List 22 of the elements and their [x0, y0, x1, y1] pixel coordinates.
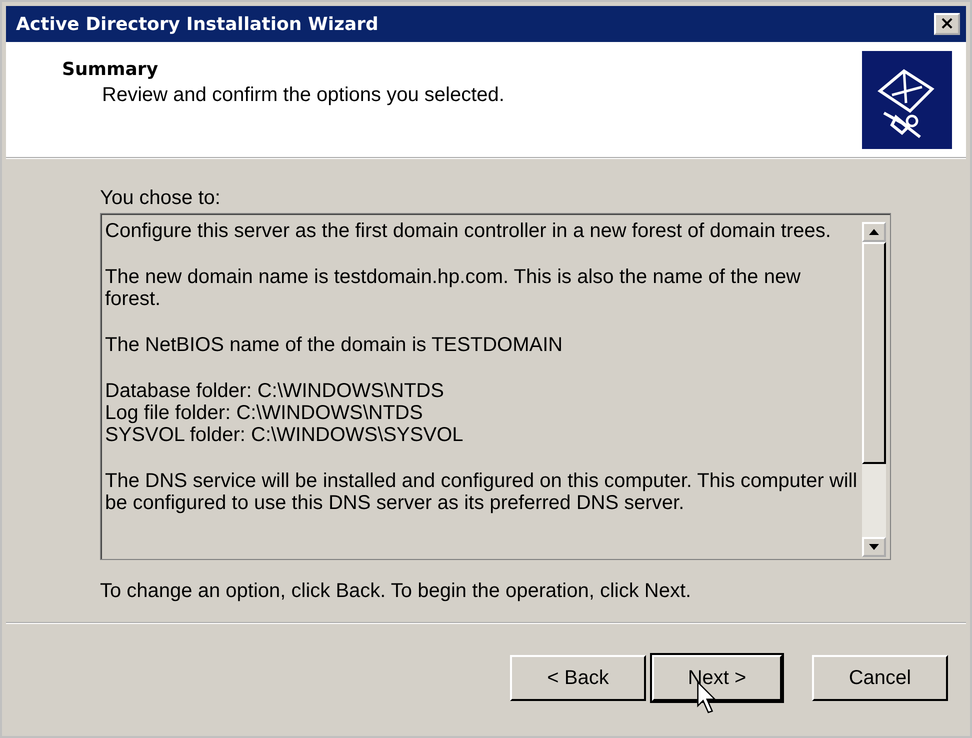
summary-text: The DNS service will be installed and configured on this computer. This computer will be configured to use this DNS server as its preferred DNS server.	[105, 470, 858, 514]
page-title: Summary	[62, 58, 160, 80]
dialog-button[interactable]: Cancel	[812, 655, 948, 701]
page-subtitle: Review and confirm the options you selected.	[101, 84, 504, 106]
close-button[interactable]: ×	[934, 13, 960, 35]
summary-text-box[interactable]	[100, 213, 891, 560]
dialog-button[interactable]: Next >	[652, 655, 782, 701]
book-icon	[862, 50, 952, 148]
scroll-thumb[interactable]	[862, 242, 886, 464]
summary-text: The new domain name is testdomain.hp.com. This is also the name of the new forest.	[105, 266, 802, 310]
summary-text: Log file folder: C:\WINDOWS\NTDS	[105, 402, 424, 424]
summary-text: SYSVOL folder: C:\WINDOWS\SYSVOL	[105, 424, 464, 446]
dialog-button[interactable]: < Back	[510, 655, 646, 701]
summary-text: The NetBIOS name of the domain is TESTDOMAIN	[105, 334, 564, 356]
summary-text: Configure this server as the first domain controller in a new forest of domain trees.	[105, 220, 832, 242]
scroll-down-icon[interactable]	[862, 537, 886, 557]
summary-text: Database folder: C:\WINDOWS\NTDS	[105, 380, 445, 402]
window-title: Active Directory Installation Wizard	[16, 14, 378, 34]
summary-label: You chose to:	[100, 187, 222, 210]
scroll-up-icon[interactable]	[862, 222, 886, 242]
instruction-text: To change an option, click Back. To begin the operation, click Next.	[100, 580, 692, 603]
scrollbar[interactable]	[862, 222, 886, 557]
